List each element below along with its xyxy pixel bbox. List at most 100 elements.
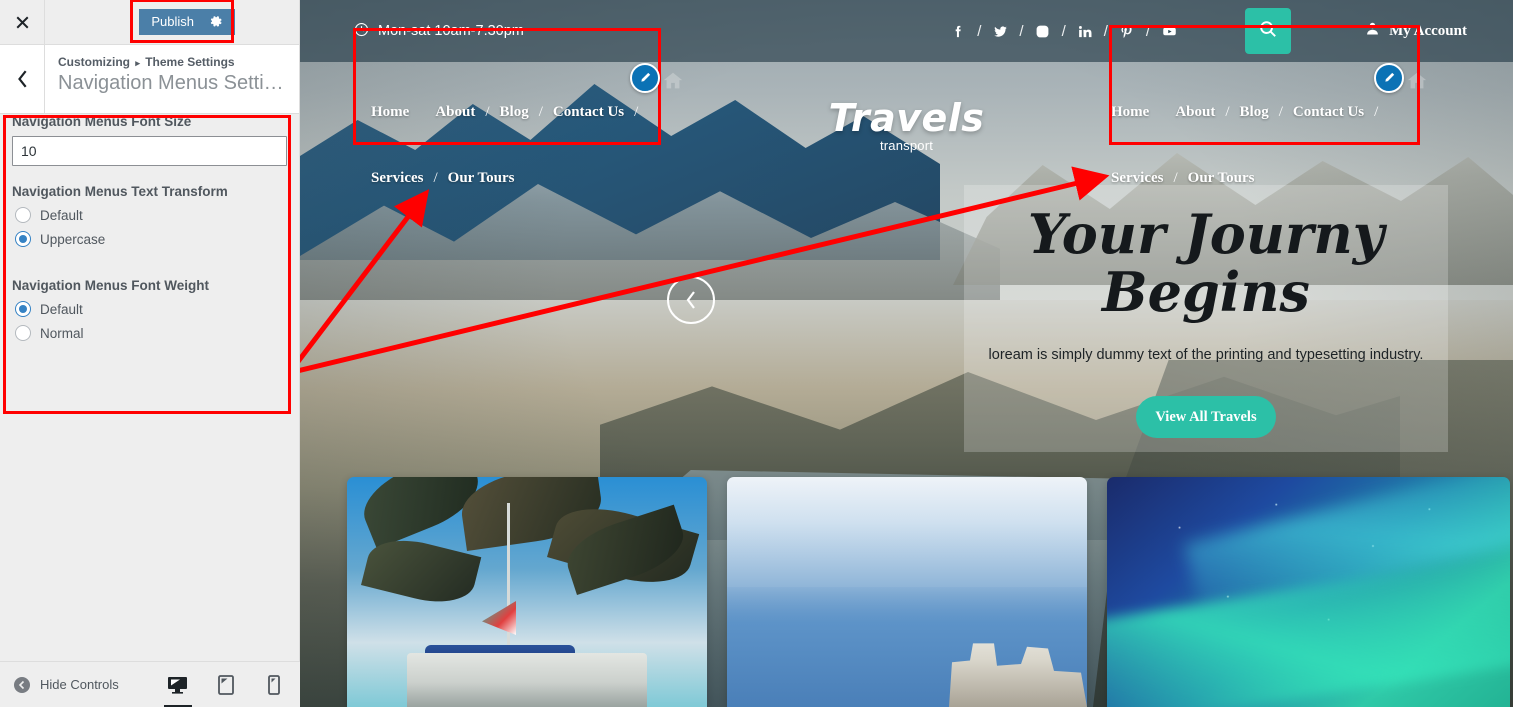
radio-button-selected[interactable] [15, 301, 31, 317]
facebook-icon[interactable] [948, 24, 968, 39]
clock-icon [354, 22, 369, 41]
radio-button[interactable] [15, 207, 31, 223]
my-account-link[interactable]: My Account [1365, 21, 1467, 41]
nav-separator: / [1225, 103, 1230, 120]
palm-beach-card[interactable] [347, 477, 707, 707]
control-label: Navigation Menus Font Size [12, 114, 192, 129]
coastal-town-card[interactable] [727, 477, 1087, 707]
social-links: / / / / / [948, 23, 1179, 40]
nav-row-primary: Home About / Blog / Contact Us / [1111, 95, 1405, 129]
nav-item-about[interactable]: About [435, 104, 475, 121]
radio-label: Uppercase [40, 231, 106, 247]
youtube-icon[interactable] [1159, 24, 1179, 39]
social-separator: / [977, 22, 982, 40]
hero-title-line-1: Your Journy [1027, 202, 1385, 266]
radio-option-uppercase[interactable]: Uppercase [15, 231, 287, 247]
linkedin-icon[interactable] [1075, 24, 1095, 39]
radio-button[interactable] [15, 325, 31, 341]
nav-row-primary: Home About / Blog / Contact Us / [371, 95, 665, 129]
gear-icon[interactable] [210, 15, 223, 28]
nav-menu-left: Home About / Blog / Contact Us / Service… [353, 75, 683, 211]
pencil-edit-icon[interactable] [1374, 63, 1404, 93]
mobile-icon[interactable] [263, 674, 285, 696]
publish-button[interactable]: Publish [139, 9, 235, 35]
collapse-left-icon [14, 676, 30, 693]
nav-item-our-tours[interactable]: Our Tours [1188, 170, 1255, 187]
nav-row-secondary: Services / Our Tours [371, 161, 665, 195]
search-button[interactable] [1245, 8, 1292, 54]
nav-separator: / [538, 103, 543, 120]
nav-separator: / [634, 103, 639, 120]
search-icon [1258, 19, 1278, 44]
radio-option-default-weight[interactable]: Default [15, 301, 287, 317]
publish-area: Publish [45, 0, 299, 44]
breadcrumb-section[interactable]: Theme Settings [145, 55, 234, 69]
nav-item-home[interactable]: Home [371, 104, 409, 121]
nav-separator: / [485, 103, 490, 120]
instagram-icon[interactable] [1033, 24, 1053, 39]
customizer-topbar: Publish [0, 0, 299, 45]
breadcrumb-root[interactable]: Customizing [58, 55, 130, 69]
nav-separator: / [1173, 169, 1178, 186]
radio-button-selected[interactable] [15, 231, 31, 247]
radio-label: Default [40, 207, 83, 223]
nav-item-home[interactable]: Home [1111, 104, 1149, 121]
my-account-label: My Account [1389, 22, 1467, 39]
device-preview-switcher [163, 674, 285, 707]
site-top-bar: Mon-sat 10am-7.30pm / / / / / My Account [300, 0, 1513, 62]
social-separator: / [1145, 22, 1151, 40]
view-all-travels-button[interactable]: View All Travels [1136, 396, 1276, 438]
customizer-footer: Hide Controls [0, 661, 300, 707]
featured-cards [300, 477, 1513, 707]
page-title: Navigation Menus Setti… [58, 72, 284, 94]
control-label: Navigation Menus Font Weight [12, 278, 209, 293]
control-label: Navigation Menus Text Transform [12, 184, 228, 199]
radio-option-default[interactable]: Default [15, 207, 287, 223]
site-preview: Mon-sat 10am-7.30pm / / / / / My Account… [300, 0, 1513, 707]
hide-controls-label: Hide Controls [40, 677, 119, 692]
publish-label: Publish [151, 14, 194, 29]
customizer-app: Publish Customizing ▸ Theme Settings Nav… [0, 0, 1513, 707]
customizer-controls: Navigation Menus Font Size Navigation Me… [0, 114, 299, 659]
control-nav-text-transform: Navigation Menus Text Transform Default … [0, 184, 299, 247]
close-icon[interactable] [0, 0, 45, 44]
social-separator: / [1061, 22, 1066, 40]
customizer-panel-header: Customizing ▸ Theme Settings Navigation … [0, 45, 299, 114]
tablet-icon[interactable] [215, 674, 237, 696]
nav-separator: / [1278, 103, 1283, 120]
hero-title-line-2: Begins [1102, 260, 1310, 325]
control-nav-font-size: Navigation Menus Font Size [0, 114, 299, 166]
carousel-prev-button[interactable] [667, 276, 715, 324]
nav-item-blog[interactable]: Blog [500, 104, 529, 121]
desktop-icon[interactable] [167, 674, 189, 696]
social-separator: / [1103, 22, 1108, 40]
nav-row-secondary: Services / Our Tours [1111, 161, 1405, 195]
aurora-card[interactable] [1107, 477, 1510, 707]
hero-description: loream is simply dummy text of the print… [988, 347, 1424, 363]
pinterest-icon[interactable] [1117, 24, 1137, 39]
panel-back-button[interactable] [0, 45, 45, 113]
social-separator: / [1019, 22, 1024, 40]
nav-item-services[interactable]: Services [371, 170, 423, 187]
nav-item-blog[interactable]: Blog [1240, 104, 1269, 121]
control-nav-font-weight: Navigation Menus Font Weight Default Nor… [0, 278, 299, 341]
nav-font-size-input[interactable] [12, 136, 287, 166]
breadcrumb: Customizing ▸ Theme Settings [58, 55, 284, 69]
radio-label: Default [40, 301, 83, 317]
nav-item-contact-us[interactable]: Contact Us [1293, 104, 1364, 121]
radio-label: Normal [40, 325, 84, 341]
nav-item-contact-us[interactable]: Contact Us [553, 104, 624, 121]
user-icon [1365, 21, 1380, 41]
nav-item-services[interactable]: Services [1111, 170, 1163, 187]
nav-separator: / [1374, 103, 1379, 120]
nav-separator: / [433, 169, 438, 186]
nav-item-about[interactable]: About [1175, 104, 1215, 121]
customizer-sidebar: Publish Customizing ▸ Theme Settings Nav… [0, 0, 300, 707]
nav-item-our-tours[interactable]: Our Tours [448, 170, 515, 187]
radio-option-normal[interactable]: Normal [15, 325, 287, 341]
twitter-icon[interactable] [990, 24, 1010, 39]
opening-hours-text: Mon-sat 10am-7.30pm [378, 23, 524, 39]
pencil-edit-icon[interactable] [630, 63, 660, 93]
hide-controls-button[interactable]: Hide Controls [0, 676, 119, 693]
breadcrumb-separator-icon: ▸ [135, 58, 140, 68]
